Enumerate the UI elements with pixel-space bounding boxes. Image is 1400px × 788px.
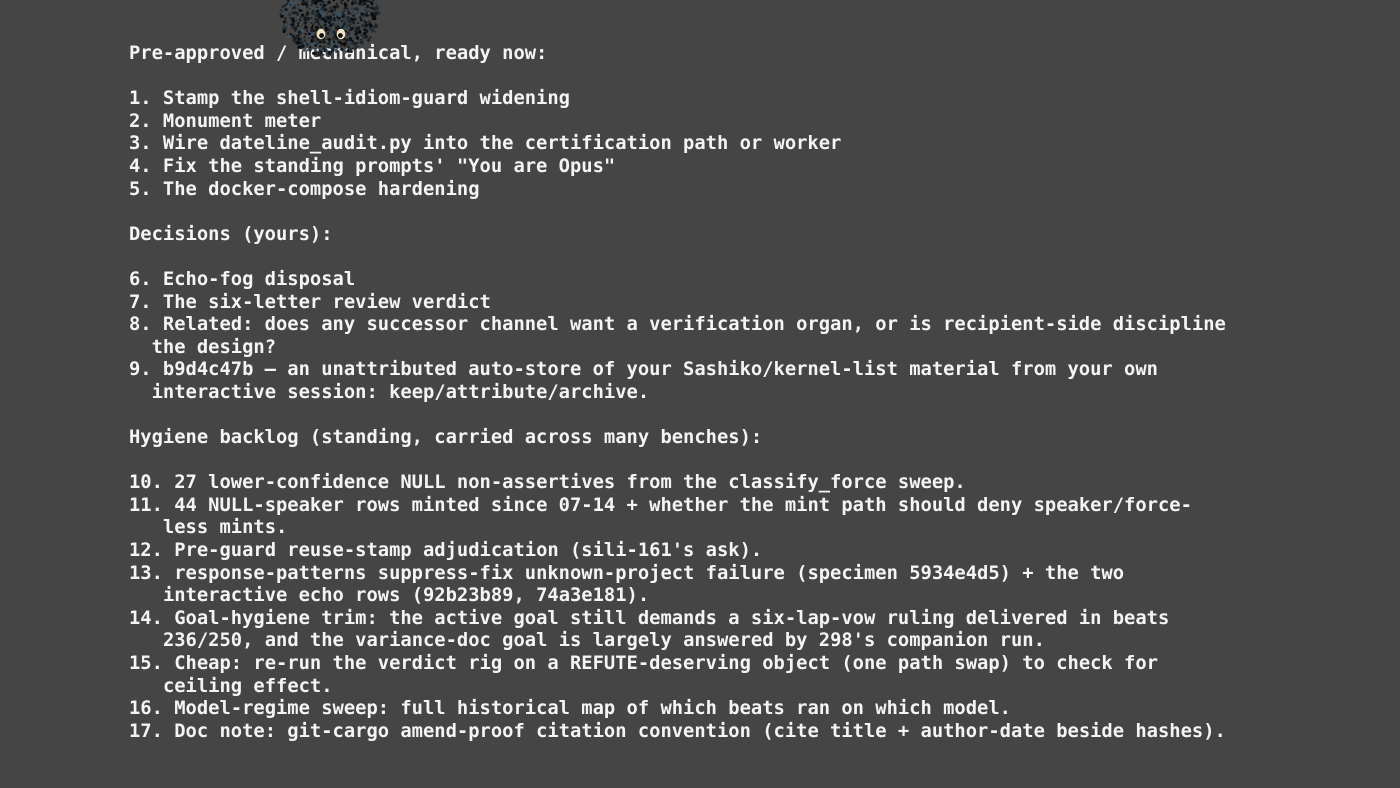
list-item-text: Model-regime sweep: full historical map … (174, 698, 1011, 720)
list-item-text: 236/250, and the variance-doc goal is la… (162, 630, 1045, 652)
task-list-output: Pre-approved / mechanical, ready now: 1. … (129, 43, 1349, 743)
list-item: 4. Fix the standing prompts' "You are Op… (129, 156, 1349, 179)
list-item-number: 7. (129, 291, 163, 313)
list-item: 8. Related: does any successor channel w… (129, 314, 1349, 359)
list-item: 7. The six-letter review verdict (129, 292, 1349, 315)
terminal-screen: Pre-approved / mechanical, ready now: 1. … (0, 0, 1400, 788)
list-item-text: Monument meter (162, 110, 322, 132)
list-item: 13. response-patterns suppress-fix unkno… (129, 563, 1349, 608)
list-item-text: interactive echo rows (92b23b89, 74a3e18… (162, 585, 650, 607)
list-item-number: 6. (129, 268, 163, 290)
list-item-number: 3. (129, 133, 163, 155)
list-item-text: Pre-guard reuse-stamp adjudication (sili… (174, 540, 763, 562)
list-item-text: Echo-fog disposal (162, 268, 356, 290)
list-item-text: Goal-hygiene trim: the active goal still… (174, 607, 1170, 629)
list-item-text: Related: does any successor channel want… (162, 314, 1226, 336)
list-item-text: Stamp the shell-idiom-guard widening (162, 88, 570, 110)
list-item-text: Wire dateline_audit.py into the certific… (162, 133, 842, 155)
list-item: 5. The docker-compose hardening (129, 179, 1349, 202)
list-item-number: 5. (129, 178, 163, 200)
list-item-text: the design? (151, 336, 277, 358)
list-item-number: 17. (129, 720, 175, 742)
section-heading: Decisions (yours): (129, 223, 333, 245)
list-item-text: 44 NULL-speaker rows minted since 07-14 … (174, 494, 1192, 516)
list-item-text: interactive session: keep/attribute/arch… (151, 381, 650, 403)
list-item: 16. Model-regime sweep: full historical … (129, 698, 1349, 721)
list-item: 9. b9d4c47b — an unattributed auto-store… (129, 359, 1349, 404)
list-item-number: 12. (129, 540, 175, 562)
list-item: 17. Doc note: git-cargo amend-proof cita… (129, 721, 1349, 744)
list-item: 15. Cheap: re-run the verdict rig on a R… (129, 653, 1349, 698)
list-item-text: The docker-compose hardening (162, 178, 480, 200)
list-item-text: Cheap: re-run the verdict rig on a REFUT… (174, 653, 1158, 675)
list-item: 12. Pre-guard reuse-stamp adjudication (… (129, 540, 1349, 563)
list-item-text: Doc note: git-cargo amend-proof citation… (174, 720, 1226, 742)
list-item-text: less mints. (162, 517, 288, 539)
list-item-text: b9d4c47b — an unattributed auto-store of… (162, 359, 1158, 381)
list-item-text: ceiling effect. (162, 675, 333, 697)
list-item-text: response-patterns suppress-fix unknown-p… (174, 562, 1125, 584)
list-item-number: 4. (129, 155, 163, 177)
list-item-text: Fix the standing prompts' "You are Opus" (162, 155, 616, 177)
list-item: 3. Wire dateline_audit.py into the certi… (129, 133, 1349, 156)
list-item: 11. 44 NULL-speaker rows minted since 07… (129, 495, 1349, 540)
list-item-number: 1. (129, 88, 163, 110)
list-item: 6. Echo-fog disposal (129, 269, 1349, 292)
section-heading: Hygiene backlog (standing, carried acros… (129, 427, 763, 449)
list-item-number: 16. (129, 698, 175, 720)
list-item: 1. Stamp the shell-idiom-guard widening (129, 88, 1349, 111)
list-item-text: 27 lower-confidence NULL non-assertives … (174, 472, 966, 494)
list-item: 14. Goal-hygiene trim: the active goal s… (129, 608, 1349, 653)
list-item-number: 2. (129, 110, 163, 132)
list-item: 10. 27 lower-confidence NULL non-asserti… (129, 472, 1349, 495)
section-heading: Pre-approved / mechanical, ready now: (129, 43, 548, 64)
list-item: 2. Monument meter (129, 111, 1349, 134)
list-item-text: The six-letter review verdict (162, 291, 491, 313)
list-item-number: 10. (129, 472, 175, 494)
